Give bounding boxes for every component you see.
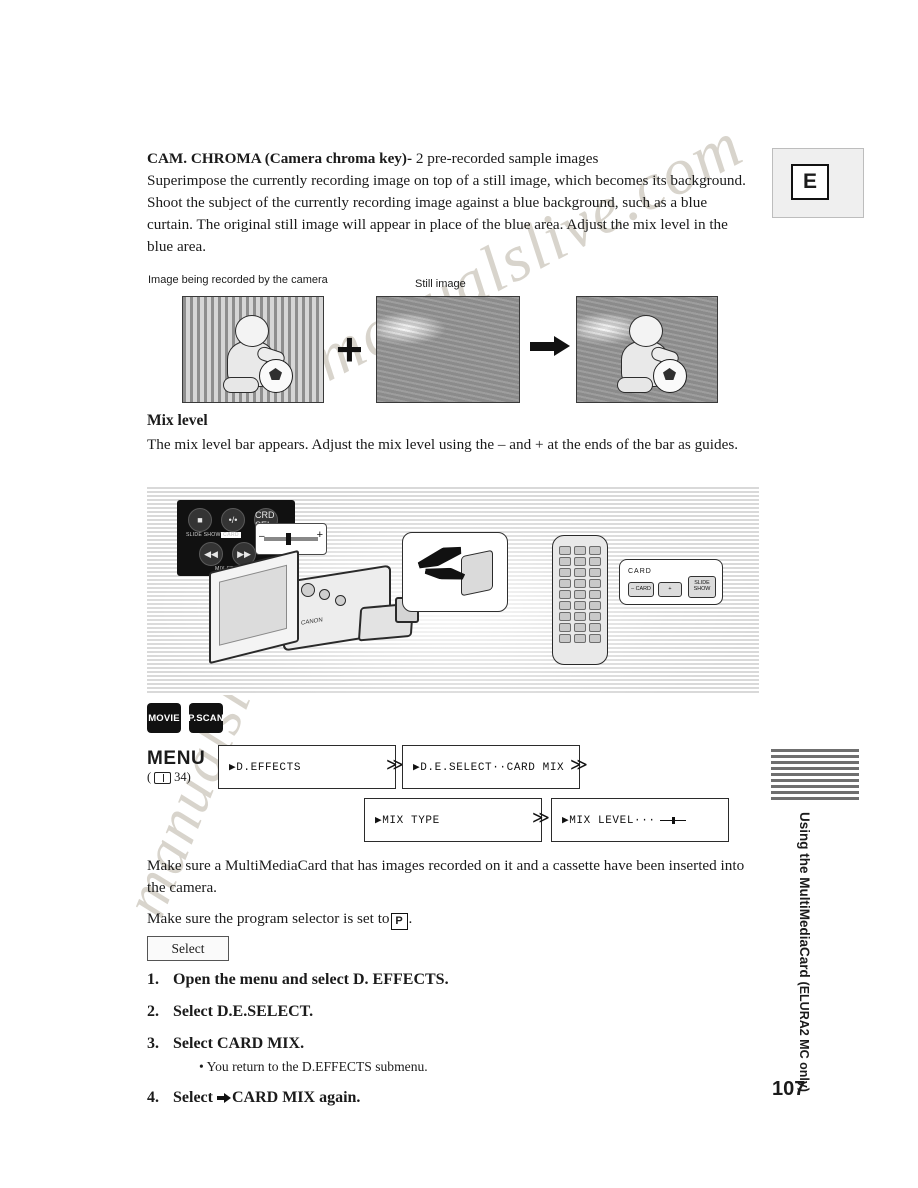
badge-movie: MOVIE [147, 703, 181, 733]
section-title: CAM. CHROMA (Camera chroma key)- [147, 150, 413, 167]
mix-level-body: The mix level bar appears. Adjust the mi… [147, 436, 739, 453]
right-arrow-icon [216, 1093, 231, 1104]
manual-page: manualslive.com manualslive.com E CAM. C… [0, 0, 918, 1188]
plus-sign: + [336, 323, 363, 375]
remote-callout-title: CARD [628, 568, 652, 575]
remote-card-keys-callout: CARD – CARD + SLIDE SHOW [619, 559, 723, 605]
step-3-body: Select CARD MIX. • You return to the D.E… [173, 1034, 428, 1075]
menu-ref-page: 34) [174, 770, 191, 784]
figure-caption-middle: Still image [415, 278, 466, 290]
step-4-number: 4. [147, 1089, 159, 1107]
section-intro-body: Superimpose the currently recording imag… [147, 171, 746, 255]
finger-pressing-button-callout [402, 532, 508, 612]
step-3-number: 3. [147, 1035, 159, 1053]
mix-level-heading: Mix level [147, 412, 208, 429]
baby-subject-illustration-2 [615, 315, 687, 397]
figure-still-image [376, 296, 520, 403]
paragraph-program-selector: Make sure the program selector is set to… [147, 908, 747, 931]
menu-box-mix-type[interactable]: ▶MIX TYPE [364, 798, 542, 842]
figure-caption-left: Image being recorded by the camera [148, 274, 328, 286]
step-2: 2. Select D.E.SELECT. [147, 1002, 767, 1021]
step-4-prefix: Select [173, 1089, 217, 1107]
remote-key-card-plus: + [658, 582, 682, 597]
panel-button-stop: ■ [188, 508, 212, 532]
figure-camera-image [182, 296, 324, 403]
remote-key-slide-show: SLIDE SHOW [688, 576, 716, 598]
step-2-number: 2. [147, 1003, 159, 1021]
program-mode-badge: P [390, 913, 408, 931]
side-tab-label: Using the MultiMediaCard (ELURA2 MC only… [782, 812, 812, 1092]
side-tab-line-2: (ELURA2 MC only) [797, 981, 811, 1092]
step-4-text: Select CARD MIX again. [173, 1088, 360, 1107]
section-intro: CAM. CHROMA (Camera chroma key)- 2 pre-r… [147, 148, 747, 257]
menu-label: MENU [147, 748, 206, 769]
finger-icon [416, 542, 465, 571]
step-list: 1. Open the menu and select D. EFFECTS. … [147, 970, 767, 1120]
illustration-panel: ■ •/• CRD SEL SLIDE SHOW CARD -/EFFECTS … [147, 487, 759, 695]
step-1-text: Open the menu and select D. EFFECTS. [173, 971, 449, 988]
section-title-suffix: 2 pre-recorded sample images [412, 150, 599, 167]
camcorder-illustration: CANON [209, 535, 419, 675]
select-button[interactable]: Select [147, 936, 229, 961]
menu-box-mix-level-text: ▶MIX LEVEL··· [562, 815, 656, 827]
menu-ref-prefix: ( [147, 770, 152, 784]
remote-keypad [559, 546, 601, 654]
cloud-background [377, 297, 519, 402]
side-tab-stripes [771, 748, 859, 800]
step-3-note: • You return to the D.EFFECTS submenu. [199, 1058, 428, 1074]
language-indicator-box: E [772, 148, 864, 218]
selector-dial [461, 549, 493, 597]
paragraph-program-selector-after: . [408, 910, 413, 927]
result-arrow-icon [530, 336, 570, 356]
figure-combined-image [576, 296, 718, 403]
menu-chevron-3: ≫ [532, 808, 550, 827]
badge-pscan: P.SCAN [188, 703, 224, 733]
remote-key-card-minus: – CARD [628, 582, 654, 597]
mode-badge-group: MOVIE P.SCAN [147, 703, 224, 733]
paragraph-program-selector-before: Make sure the program selector is set to [147, 910, 390, 927]
menu-box-mix-level[interactable]: ▶MIX LEVEL··· [551, 798, 729, 842]
step-4: 4. Select CARD MIX again. [147, 1088, 767, 1107]
step-1-number: 1. [147, 971, 159, 988]
baby-subject-illustration [221, 315, 293, 397]
step-1: 1. Open the menu and select D. EFFECTS. [147, 970, 767, 989]
menu-chevron-2: ≫ [570, 755, 588, 774]
menu-page-reference: ( 34) [147, 770, 191, 785]
step-3-text: Select CARD MIX. [173, 1035, 305, 1053]
step-2-text: Select D.E.SELECT. [173, 1003, 314, 1021]
panel-button-slideshow: •/• [221, 508, 245, 532]
step-4-suffix: CARD MIX again. [231, 1089, 361, 1107]
wireless-remote-illustration [552, 535, 608, 665]
side-tab-line-1: Using the MultiMediaCard [797, 812, 812, 978]
mix-level-slider-icon [659, 816, 686, 824]
page-number: 107 [772, 1078, 806, 1100]
menu-box-de-select-card-mix[interactable]: ▶D.E.SELECT··CARD MIX [402, 745, 580, 789]
menu-box-d-effects[interactable]: ▶D.EFFECTS [218, 745, 396, 789]
book-icon [154, 771, 172, 784]
step-3: 3. Select CARD MIX. • You return to the … [147, 1034, 767, 1075]
menu-chevron-1: ≫ [386, 755, 404, 774]
language-letter-e: E [791, 164, 829, 200]
paragraph-multimediacard: Make sure a MultiMediaCard that has imag… [147, 857, 745, 896]
